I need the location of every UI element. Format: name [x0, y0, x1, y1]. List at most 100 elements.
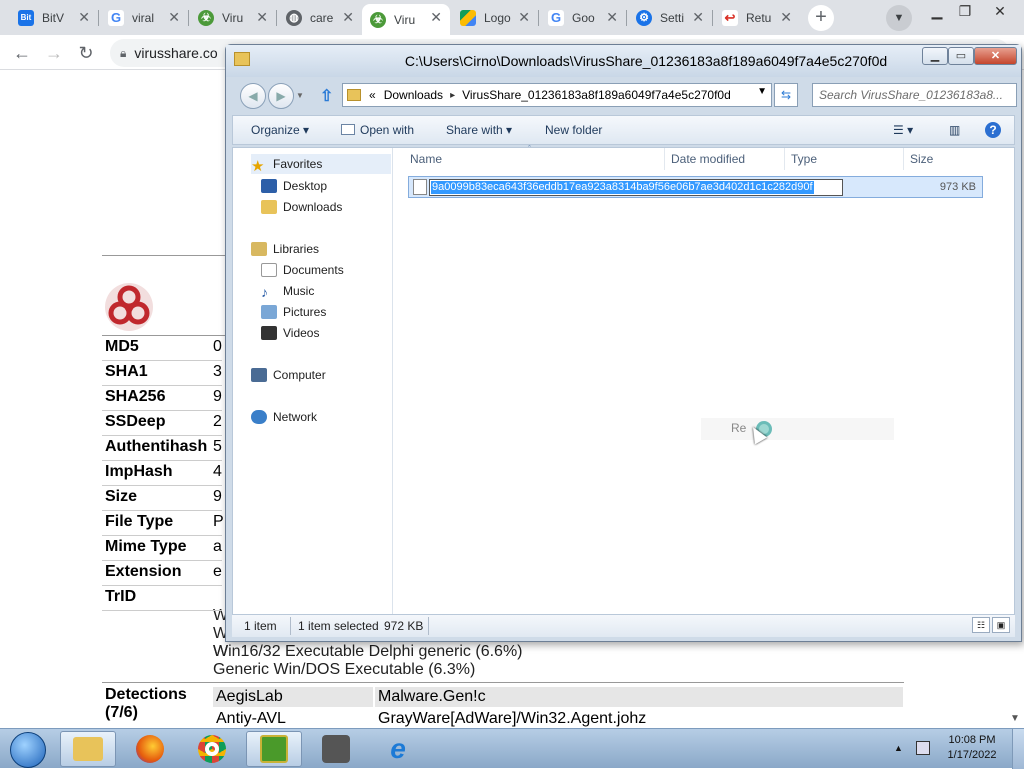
tab-bitview[interactable]: Bit BitV ✕ [10, 4, 98, 31]
forward-icon[interactable]: → [42, 41, 66, 65]
nav-music[interactable]: ♪ Music [261, 284, 314, 300]
maximize-icon[interactable]: ▭ [948, 47, 974, 65]
field-label: Authentihash [105, 438, 208, 455]
tab-return[interactable]: ↩ Retu ✕ [714, 4, 800, 31]
details-view-icon[interactable]: ☷ [972, 617, 990, 633]
field-label: TrID [105, 588, 137, 605]
breadcrumb-current[interactable]: VirusShare_01236183a8f189a6049f7a4e5c270… [462, 88, 731, 102]
row-divider [102, 510, 222, 511]
column-type[interactable]: Type [791, 152, 817, 166]
av-name: AegisLab [213, 687, 373, 707]
system-tray: ▲ 10:08 PM 1/17/2022 [890, 729, 1024, 769]
chevron-right-icon[interactable]: ▸ [450, 90, 455, 101]
close-icon[interactable]: ✕ [974, 47, 1017, 65]
close-icon[interactable]: ✕ [518, 9, 530, 26]
address-breadcrumb[interactable]: « Downloads ▸ VirusShare_01236183a8f189a… [342, 83, 772, 107]
scroll-down-icon[interactable]: ▼ [1010, 713, 1020, 724]
column-date-modified[interactable]: Date modified [671, 152, 745, 166]
downloads-icon [261, 200, 277, 214]
drive-icon [460, 9, 476, 26]
back-icon[interactable]: ← [10, 41, 34, 65]
minimize-icon[interactable]: ▁ [922, 0, 952, 22]
nav-libraries[interactable]: Libraries [251, 242, 319, 256]
forward-icon[interactable]: ▶ [268, 83, 294, 109]
close-icon[interactable]: ✕ [606, 9, 618, 26]
show-hidden-icons-icon[interactable]: ▲ [894, 743, 903, 753]
recent-dropdown-icon[interactable]: ▼ [296, 91, 304, 100]
open-with-button[interactable]: Open with [341, 123, 414, 137]
close-icon[interactable]: ✕ [430, 9, 442, 26]
taskbar-archive[interactable] [246, 731, 302, 767]
chevron-down-icon[interactable]: ▼ [757, 86, 767, 97]
nav-downloads[interactable]: Downloads [261, 200, 342, 214]
nav-desktop[interactable]: Desktop [261, 179, 327, 193]
taskbar-chrome[interactable] [184, 731, 240, 767]
taskbar-ie[interactable]: e [370, 731, 426, 767]
close-window-icon[interactable]: ✕ [985, 0, 1015, 22]
field-value: 9 [213, 388, 222, 405]
restore-icon[interactable]: ❐ [950, 0, 980, 22]
field-label: File Type [105, 513, 174, 530]
nav-documents[interactable]: Documents [261, 263, 344, 277]
clock[interactable]: 10:08 PM 1/17/2022 [944, 733, 1000, 763]
share-with-button[interactable]: Share with ▾ [446, 123, 512, 137]
documents-icon [261, 263, 277, 277]
up-folder-icon[interactable]: ⇧ [320, 86, 333, 106]
google-icon: G [548, 9, 564, 26]
minimize-icon[interactable]: ▁ [922, 47, 948, 65]
close-icon[interactable]: ✕ [256, 9, 268, 26]
tab-title: BitV [42, 10, 65, 25]
help-icon[interactable]: ? [985, 122, 1001, 138]
change-view-icon[interactable]: ☰ ▾ [893, 123, 913, 137]
videos-icon [261, 326, 277, 340]
tab-care[interactable]: ◍ care ✕ [278, 4, 362, 31]
tab-settings[interactable]: ⚙ Setti ✕ [628, 4, 712, 31]
breadcrumb-overflow[interactable]: « [369, 88, 376, 102]
row-divider [102, 435, 222, 436]
status-bar: 1 item 1 item selected 972 KB ☷ ▣ [232, 615, 1015, 637]
nav-network[interactable]: Network [251, 410, 317, 424]
show-desktop-button[interactable] [1012, 729, 1024, 769]
google-icon: G [108, 9, 124, 26]
new-tab-button[interactable]: + [808, 5, 834, 31]
tab-viral[interactable]: G viral ✕ [100, 4, 188, 31]
reload-icon[interactable]: ↻ [74, 41, 98, 65]
tab-virusshare-active[interactable]: ☣ Viru ✕ [362, 4, 450, 35]
large-icons-view-icon[interactable]: ▣ [992, 617, 1010, 633]
nav-videos[interactable]: Videos [261, 326, 319, 340]
tab-search-chevron-icon[interactable]: ▼ [886, 5, 912, 31]
close-icon[interactable]: ✕ [168, 9, 180, 26]
nav-computer[interactable]: Computer [251, 368, 326, 382]
close-icon[interactable]: ✕ [342, 9, 354, 26]
tab-logo[interactable]: Logo ✕ [452, 4, 538, 31]
close-icon[interactable]: ✕ [780, 9, 792, 26]
close-icon[interactable]: ✕ [692, 9, 704, 26]
search-input[interactable]: Search VirusShare_01236183a8... [812, 83, 1017, 107]
column-size[interactable]: Size [910, 152, 933, 166]
nav-favorites[interactable]: ★ Favorites [251, 154, 391, 175]
pictures-icon [261, 305, 277, 319]
nav-pictures[interactable]: Pictures [261, 305, 326, 319]
column-name[interactable]: Name [410, 152, 442, 166]
file-row[interactable]: 9a0099b83eca643f36eddb17ea923a8314ba9f56… [408, 176, 983, 198]
sort-ascending-icon: ˆ [528, 144, 531, 154]
preview-pane-icon[interactable]: ▥ [949, 123, 960, 137]
tab-google[interactable]: G Goo ✕ [540, 4, 626, 31]
taskbar-media[interactable] [308, 731, 364, 767]
back-icon[interactable]: ◀ [240, 83, 266, 109]
explorer-titlebar[interactable]: C:\Users\Cirno\Downloads\VirusShare_0123… [226, 45, 1021, 77]
tab-virusshare-1[interactable]: ☣ Viru ✕ [190, 4, 276, 31]
desktop-icon [261, 179, 277, 193]
start-button[interactable] [2, 730, 52, 768]
rename-field[interactable]: 9a0099b83eca643f36eddb17ea923a8314ba9f56… [429, 179, 843, 196]
taskbar-explorer[interactable] [60, 731, 116, 767]
new-folder-button[interactable]: New folder [545, 123, 602, 137]
folder-icon [347, 89, 361, 101]
organize-button[interactable]: Organize ▾ [251, 123, 309, 137]
breadcrumb-downloads[interactable]: Downloads [384, 88, 443, 102]
taskbar-firefox[interactable] [122, 731, 178, 767]
close-icon[interactable]: ✕ [78, 9, 90, 26]
network-status-icon[interactable] [916, 741, 930, 755]
refresh-icon[interactable]: ⇆ [774, 83, 798, 107]
explorer-navbar: ◀ ▶ ▼ ⇧ « Downloads ▸ VirusShare_0123618… [232, 79, 1017, 111]
